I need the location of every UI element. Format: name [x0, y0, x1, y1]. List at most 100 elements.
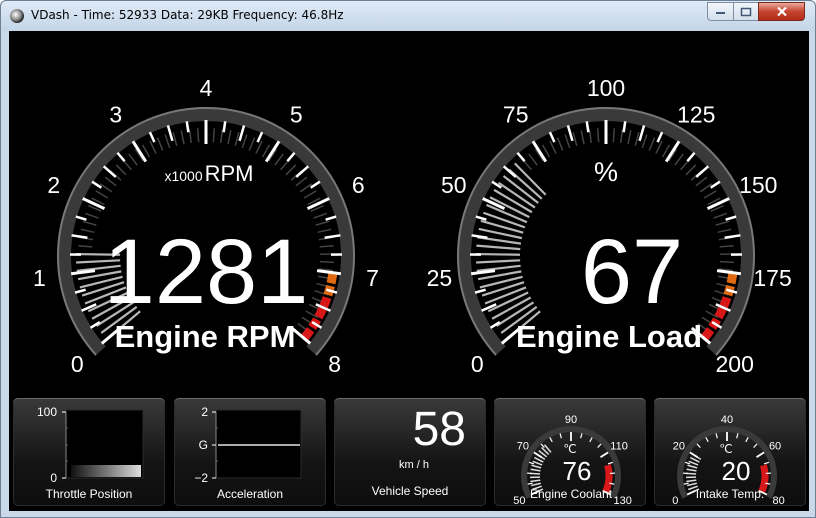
- rpm-track-line: [315, 220, 330, 226]
- rpm-track-line: [164, 134, 171, 149]
- dashboard-area: 012345678 x1000RPM 1281 Engine RPM 0 25 50…: [9, 31, 809, 511]
- close-button[interactable]: [758, 2, 805, 21]
- intake-minor-tick: [683, 482, 689, 485]
- load-track-line: [588, 128, 593, 144]
- intake-minor-tick: [705, 437, 709, 443]
- coolant-unit: ℃: [563, 442, 576, 456]
- rpm-label: Engine RPM: [115, 319, 296, 354]
- throttle-axis-min: 0: [50, 471, 57, 485]
- rpm-track-line: [78, 245, 93, 248]
- acceleration-label: Acceleration: [216, 487, 284, 501]
- rpm-track-line: [313, 212, 327, 219]
- rpm-warning-segment: [319, 296, 332, 309]
- rpm-minor-tick: [116, 151, 126, 162]
- rpm-track-line: [95, 190, 109, 199]
- load-track-line: [703, 190, 717, 199]
- close-icon: [776, 6, 787, 17]
- intake-value: 20: [722, 456, 751, 486]
- load-track-line: [715, 220, 730, 226]
- rpm-track-line: [317, 228, 332, 234]
- load-sweep-line: [476, 264, 521, 272]
- load-major-tick: [716, 269, 742, 276]
- load-minor-tick: [710, 180, 721, 189]
- rpm-track-line: [234, 132, 240, 147]
- coolant-label: Engine Coolant: [529, 487, 613, 501]
- coolant-sweep-line: [530, 479, 541, 483]
- intake-tick-label: 60: [769, 440, 781, 452]
- rpm-tick-label: 5: [290, 101, 303, 127]
- rpm-minor-tick: [295, 165, 310, 178]
- load-minor-tick: [638, 125, 646, 142]
- rpm-track-line: [156, 137, 164, 151]
- load-track-line: [717, 228, 732, 234]
- intake-major-tick: [689, 451, 698, 458]
- coolant-major-tick: [533, 451, 542, 458]
- load-minor-tick: [724, 234, 741, 239]
- rpm-tick-label: 2: [47, 172, 60, 198]
- load-track-line: [580, 130, 585, 145]
- rpm-warning-segment: [326, 273, 338, 285]
- load-minor-tick: [471, 234, 488, 239]
- rpm-minor-tick: [325, 215, 337, 221]
- load-warning-segment: [719, 296, 732, 309]
- acceleration-axis-top: 2: [201, 405, 208, 419]
- load-major-tick: [470, 269, 496, 276]
- minimize-button[interactable]: [707, 2, 734, 21]
- rpm-major-tick: [316, 269, 342, 276]
- coolant-major-tick: [600, 451, 609, 458]
- load-minor-tick: [622, 121, 627, 133]
- intake-minor-tick: [715, 433, 718, 439]
- rpm-track-line: [303, 190, 317, 199]
- load-track-line: [528, 153, 538, 166]
- intake-minor-tick: [753, 443, 758, 448]
- rpm-minor-tick: [71, 234, 88, 239]
- title-bar[interactable]: VDash - Time: 52933 Data: 29KB Frequency…: [1, 1, 815, 31]
- speed-value: 58: [412, 403, 466, 456]
- load-sweep-line: [483, 211, 526, 229]
- coolant-minor-tick: [589, 437, 593, 443]
- load-minor-tick: [475, 215, 487, 221]
- intake-panel: 0 20 40 60 80 ℃ 20 Intake Temp.: [654, 398, 806, 507]
- rpm-tick-label: 3: [109, 101, 122, 127]
- rpm-track-line: [82, 220, 97, 226]
- rpm-unit: x1000RPM: [164, 161, 253, 186]
- coolant-value: 76: [563, 456, 592, 486]
- rpm-unit-prefix: x1000: [164, 168, 202, 184]
- load-minor-tick: [474, 288, 486, 294]
- rpm-warning-segment: [301, 327, 315, 341]
- rpm-tick-label: 0: [71, 351, 84, 377]
- rpm-track-line: [219, 128, 224, 144]
- acceleration-axis-unit: G: [199, 438, 208, 452]
- coolant-minor-tick: [580, 433, 583, 439]
- load-minor-tick: [585, 121, 590, 133]
- coolant-minor-tick: [607, 461, 614, 465]
- intake-minor-tick: [684, 461, 691, 465]
- coolant-tick-label: 70: [517, 440, 529, 452]
- rpm-tick-label: 7: [366, 265, 379, 291]
- load-track-line: [699, 183, 713, 193]
- rpm-track-line: [299, 183, 313, 193]
- rpm-track-line: [188, 128, 193, 144]
- intake-label: Intake Temp.: [695, 487, 765, 501]
- intake-sweep-line: [687, 464, 698, 469]
- load-sweep-line: [476, 259, 521, 264]
- throttle-panel: 100 0 Throttle Position: [13, 398, 165, 506]
- rpm-track-line: [115, 164, 127, 176]
- rpm-gauge: 0 1 2 3 4 5 6 7 8 x1000RPM 1281 Engine RPM: [33, 75, 379, 377]
- rpm-track-line: [80, 228, 95, 234]
- rpm-track-line: [85, 212, 99, 219]
- dashboard-app-icon[interactable]: [10, 9, 24, 23]
- load-track-line: [685, 164, 697, 176]
- maximize-button[interactable]: [733, 2, 759, 21]
- load-minor-tick: [516, 151, 526, 162]
- intake-unit: ℃: [719, 442, 732, 456]
- coolant-sweep-line: [532, 460, 543, 466]
- rpm-tick-label: 4: [200, 75, 213, 101]
- load-unit: %: [594, 157, 618, 187]
- load-tick-label: 200: [716, 351, 754, 377]
- rpm-track-line: [295, 176, 308, 187]
- load-track-line: [564, 134, 571, 149]
- acceleration-panel: 2 G −2 Acceleration: [174, 398, 326, 506]
- rpm-minor-tick: [74, 288, 86, 294]
- rpm-minor-tick: [102, 165, 117, 178]
